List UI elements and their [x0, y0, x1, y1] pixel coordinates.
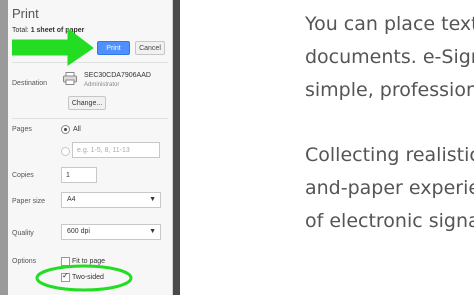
paper-size-label: Paper size — [12, 198, 46, 205]
print-button[interactable]: Print — [97, 41, 130, 55]
pages-range-radio[interactable] — [61, 147, 70, 156]
paper-size-select[interactable]: A4 ▼ — [61, 192, 161, 208]
document-line: documents. e-Sign — [305, 46, 474, 68]
document-line: and-paper experie — [305, 177, 474, 199]
chevron-down-icon: ▼ — [149, 228, 156, 235]
scrollbar-divider — [173, 0, 180, 295]
options-label: Options — [12, 258, 37, 265]
printer-name: SEC30CDA7906AAD — [84, 72, 151, 79]
document-line: of electronic signat — [305, 210, 474, 232]
pages-range-input[interactable] — [72, 142, 160, 158]
quality-label: Quality — [12, 230, 34, 237]
copies-input[interactable] — [61, 167, 97, 183]
window-edge — [0, 0, 8, 295]
document-line: simple, profession — [305, 79, 474, 101]
cancel-button[interactable]: Cancel — [135, 41, 165, 55]
copies-label: Copies — [12, 172, 34, 179]
document-line: You can place text — [305, 13, 474, 35]
change-destination-button[interactable]: Change... — [68, 96, 106, 110]
quality-select[interactable]: 600 dpi ▼ — [61, 224, 161, 240]
quality-value: 600 dpi — [67, 228, 90, 235]
printer-owner: Administrator — [84, 82, 120, 88]
pages-all-radio[interactable] — [61, 125, 70, 134]
printer-icon — [63, 72, 77, 85]
destination-label: Destination — [12, 80, 48, 87]
document-line: Collecting realistic — [305, 144, 474, 166]
highlight-ellipse — [35, 264, 133, 292]
paper-size-value: A4 — [67, 196, 76, 203]
arrow-right-icon — [12, 28, 94, 66]
print-title: Print — [12, 6, 39, 21]
pages-label: Pages — [12, 126, 32, 133]
divider — [12, 118, 168, 119]
chevron-down-icon: ▼ — [149, 196, 156, 203]
pages-all-label: All — [73, 126, 81, 133]
